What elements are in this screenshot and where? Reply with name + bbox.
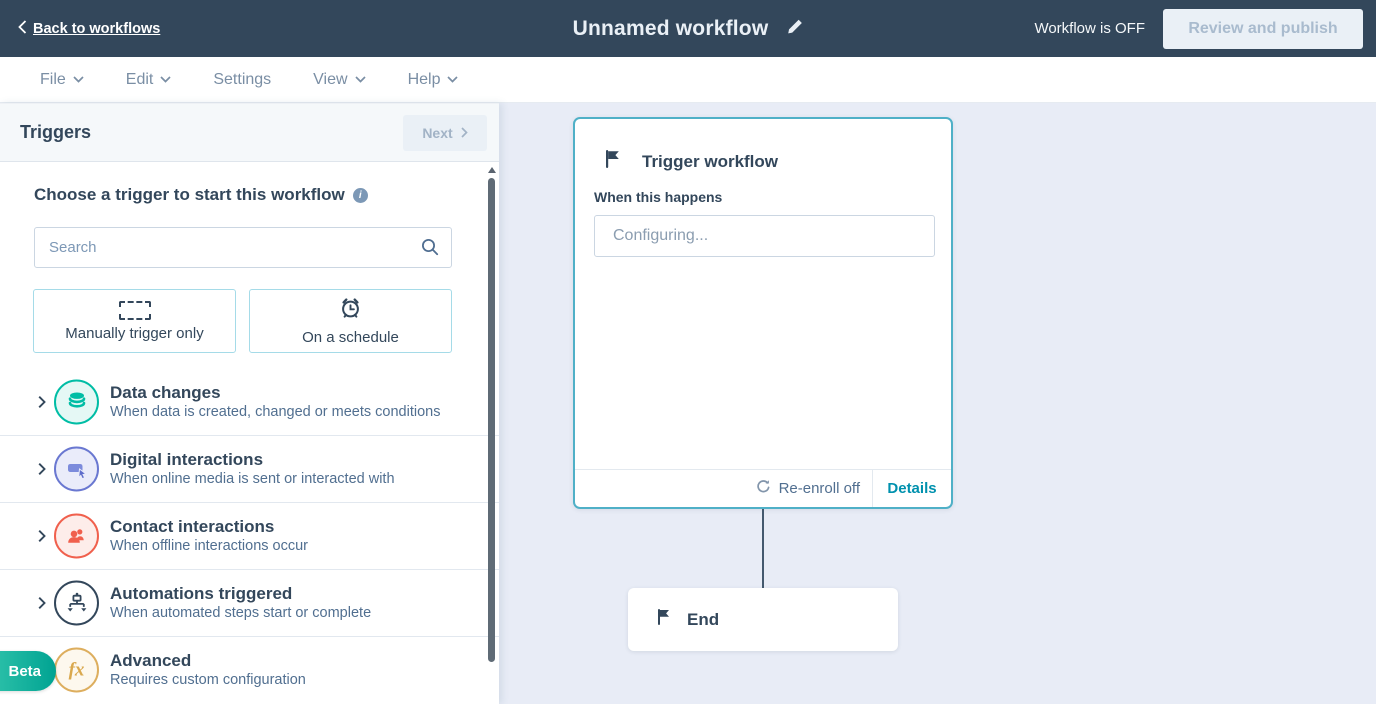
marquee-icon bbox=[118, 300, 151, 320]
chevron-down-icon bbox=[447, 76, 459, 83]
chevron-left-icon bbox=[18, 19, 27, 38]
scrollbar-thumb[interactable] bbox=[488, 178, 495, 662]
node-connector-line bbox=[762, 509, 764, 588]
search-icon bbox=[421, 238, 439, 261]
reenroll-status: Re-enroll off bbox=[575, 470, 872, 507]
trigger-node-title: Trigger workflow bbox=[642, 151, 779, 171]
beta-badge: Beta bbox=[0, 651, 56, 691]
alarm-clock-icon bbox=[339, 297, 362, 324]
top-bar: Back to workflows Unnamed workflow Workf… bbox=[0, 0, 1376, 57]
review-and-publish-button[interactable]: Review and publish bbox=[1163, 8, 1363, 49]
row-advanced[interactable]: fx Advanced Requires custom configuratio… bbox=[0, 636, 499, 703]
chevron-right-icon bbox=[38, 463, 46, 476]
details-link[interactable]: Details bbox=[873, 470, 951, 507]
trigger-search-input[interactable] bbox=[34, 227, 452, 268]
row-digital-interactions[interactable]: Digital interactions When online media i… bbox=[0, 435, 499, 502]
reenroll-label: Re-enroll off bbox=[778, 480, 860, 497]
row-title: Digital interactions bbox=[110, 449, 264, 469]
chevron-right-icon bbox=[38, 597, 46, 610]
panel-title: Triggers bbox=[20, 122, 92, 142]
configuring-box: Configuring... bbox=[594, 215, 935, 257]
row-data-changes[interactable]: Data changes When data is created, chang… bbox=[0, 368, 499, 435]
row-title: Data changes bbox=[110, 382, 221, 402]
scroll-up-arrow-icon bbox=[488, 167, 496, 173]
row-title: Advanced bbox=[110, 650, 192, 670]
workflow-title: Unnamed workflow bbox=[572, 16, 769, 40]
back-link-label: Back to workflows bbox=[33, 20, 161, 37]
contacts-icon bbox=[54, 513, 99, 559]
info-icon[interactable]: i bbox=[352, 187, 368, 203]
chevron-down-icon bbox=[354, 76, 366, 83]
choose-trigger-heading: Choose a trigger to start this workflow … bbox=[34, 185, 368, 205]
triggers-panel: Triggers Next Choose a trigger to start … bbox=[0, 103, 499, 704]
triggers-panel-body: Choose a trigger to start this workflow … bbox=[0, 163, 499, 704]
cursor-click-icon bbox=[54, 446, 99, 492]
row-subtitle: When offline interactions occur bbox=[110, 538, 309, 555]
chevron-down-icon bbox=[160, 76, 171, 83]
row-subtitle: When automated steps start or complete bbox=[110, 605, 372, 622]
workflow-title-group: Unnamed workflow bbox=[573, 17, 804, 41]
menu-view[interactable]: View bbox=[313, 71, 366, 89]
menu-bar: File Edit Settings View Help bbox=[0, 57, 1376, 103]
menu-settings[interactable]: Settings bbox=[213, 71, 271, 89]
trigger-category-list: Data changes When data is created, chang… bbox=[0, 368, 499, 703]
row-subtitle: When online media is sent or interacted … bbox=[110, 471, 395, 488]
refresh-icon bbox=[756, 479, 771, 498]
workflow-status-text: Workflow is OFF bbox=[1034, 20, 1145, 37]
chevron-right-icon bbox=[38, 395, 46, 408]
menu-help[interactable]: Help bbox=[408, 71, 459, 89]
manual-trigger-card[interactable]: Manually trigger only bbox=[33, 289, 236, 353]
end-node-label: End bbox=[687, 609, 720, 629]
edit-pencil-icon[interactable] bbox=[786, 18, 803, 40]
trigger-node-footer: Re-enroll off Details bbox=[575, 469, 951, 507]
menu-file[interactable]: File bbox=[40, 71, 84, 89]
chevron-right-icon bbox=[461, 127, 468, 138]
end-node: End bbox=[628, 588, 898, 651]
workflow-canvas[interactable]: Trigger workflow When this happens Confi… bbox=[499, 103, 1376, 704]
chevron-right-icon bbox=[38, 530, 46, 543]
triggers-panel-header: Triggers Next bbox=[0, 103, 499, 162]
trigger-workflow-node[interactable]: Trigger workflow When this happens Confi… bbox=[573, 117, 953, 509]
menu-edit[interactable]: Edit bbox=[126, 71, 172, 89]
next-button[interactable]: Next bbox=[403, 114, 487, 151]
back-to-workflows-link[interactable]: Back to workflows bbox=[18, 0, 160, 57]
chevron-down-icon bbox=[73, 76, 84, 83]
sitemap-icon bbox=[54, 580, 99, 626]
row-subtitle: Requires custom configuration bbox=[110, 672, 306, 689]
row-title: Contact interactions bbox=[110, 516, 275, 536]
database-icon bbox=[54, 379, 99, 424]
panel-scrollbar[interactable] bbox=[488, 165, 496, 704]
schedule-trigger-card[interactable]: On a schedule bbox=[249, 289, 452, 353]
row-contact-interactions[interactable]: Contact interactions When offline intera… bbox=[0, 502, 499, 569]
row-automations-triggered[interactable]: Automations triggered When automated ste… bbox=[0, 569, 499, 636]
flag-icon bbox=[605, 149, 620, 174]
fx-icon: fx bbox=[54, 647, 99, 693]
when-this-happens-label: When this happens bbox=[594, 189, 723, 205]
row-subtitle: When data is created, changed or meets c… bbox=[110, 403, 441, 420]
flag-icon bbox=[657, 608, 670, 631]
row-title: Automations triggered bbox=[110, 583, 293, 603]
